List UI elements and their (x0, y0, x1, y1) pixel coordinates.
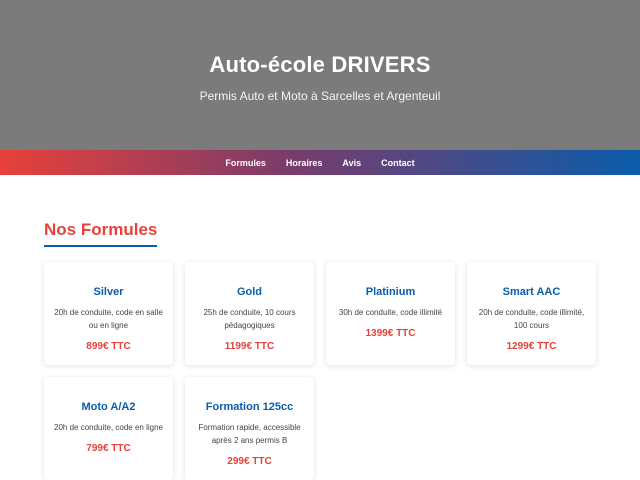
nav-link-horaires[interactable]: Horaires (286, 158, 323, 168)
formule-price: 1399€ TTC (365, 328, 416, 339)
formule-price: 1299€ TTC (506, 341, 557, 352)
formule-description: 20h de conduite, code illimité, 100 cour… (478, 308, 585, 330)
formule-price: 799€ TTC (86, 443, 131, 454)
formules-section: Nos Formules Silver 20h de conduite, cod… (0, 175, 640, 480)
formule-title: Gold (236, 286, 263, 298)
site-subtitle: Permis Auto et Moto à Sarcelles et Argen… (199, 89, 441, 103)
formule-description: 25h de conduite, 10 cours pédagogiques (203, 308, 296, 330)
formule-card-smart-aac[interactable]: Smart AAC 20h de conduite, code illimité… (467, 262, 596, 365)
formule-card-silver[interactable]: Silver 20h de conduite, code en salle ou… (44, 262, 173, 365)
formule-title: Smart AAC (502, 286, 561, 298)
formule-card-125cc[interactable]: Formation 125cc Formation rapide, access… (185, 377, 314, 480)
formule-description: 30h de conduite, code illimité (338, 308, 443, 317)
formule-price: 1199€ TTC (224, 341, 275, 352)
formule-title: Platinium (365, 286, 416, 298)
formule-title: Moto A/A2 (81, 401, 136, 413)
formule-price: 299€ TTC (227, 456, 272, 467)
formule-price: 899€ TTC (86, 341, 131, 352)
formules-grid: Silver 20h de conduite, code en salle ou… (44, 262, 596, 480)
formule-card-gold[interactable]: Gold 25h de conduite, 10 cours pédagogiq… (185, 262, 314, 365)
hero-banner: Auto-école DRIVERS Permis Auto et Moto à… (0, 0, 640, 150)
section-title: Nos Formules (44, 220, 158, 247)
formule-description: 20h de conduite, code en salle ou en lig… (54, 308, 163, 330)
site-title: Auto-école DRIVERS (209, 52, 431, 77)
formule-title: Silver (93, 286, 124, 298)
nav-link-avis[interactable]: Avis (342, 158, 361, 168)
formule-description: 20h de conduite, code en ligne (54, 423, 163, 432)
nav-link-contact[interactable]: Contact (381, 158, 415, 168)
main-nav: Formules Horaires Avis Contact (0, 150, 640, 175)
nav-link-formules[interactable]: Formules (225, 158, 266, 168)
formule-title: Formation 125cc (205, 401, 294, 413)
formule-card-platinium[interactable]: Platinium 30h de conduite, code illimité… (326, 262, 455, 365)
formule-card-moto[interactable]: Moto A/A2 20h de conduite, code en ligne… (44, 377, 173, 480)
formule-description: Formation rapide, accessible après 2 ans… (198, 423, 301, 445)
